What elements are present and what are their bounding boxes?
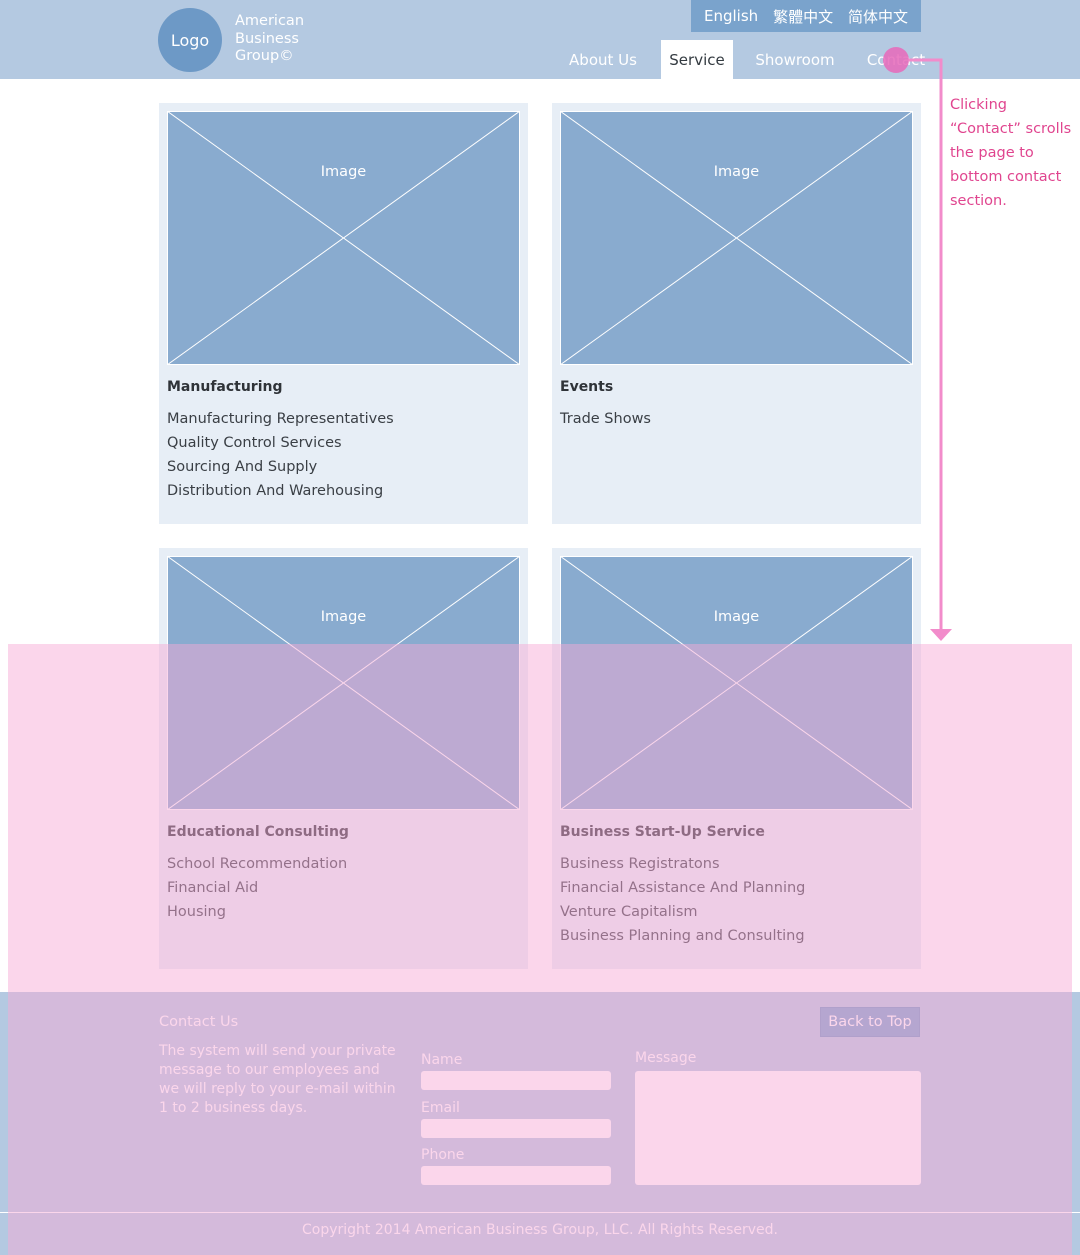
brand-name: American Business Group© bbox=[235, 13, 345, 66]
image-placeholder: Image bbox=[167, 556, 520, 810]
click-indicator-icon bbox=[883, 47, 909, 73]
copyright-text: Copyright 2014 American Business Group, … bbox=[301, 1222, 779, 1238]
logo-text: Logo bbox=[170, 30, 210, 50]
image-placeholder: Image bbox=[167, 111, 520, 365]
phone-input[interactable] bbox=[421, 1166, 611, 1185]
nav-service[interactable]: Service bbox=[661, 40, 733, 79]
service-item[interactable]: Distribution And Warehousing bbox=[167, 479, 394, 503]
service-list: School Recommendation Financial Aid Hous… bbox=[167, 852, 347, 924]
annotation-note: Clicking “Contact” scrolls the page to b… bbox=[950, 97, 1072, 209]
logo[interactable]: Logo bbox=[158, 8, 222, 72]
service-item[interactable]: Housing bbox=[167, 900, 347, 924]
service-item[interactable]: Financial Assistance And Planning bbox=[560, 876, 805, 900]
card-title: Manufacturing bbox=[167, 379, 283, 395]
nav-showroom[interactable]: Showroom bbox=[750, 40, 840, 79]
service-card-manufacturing: Image Manufacturing Manufacturing Repres… bbox=[159, 103, 528, 524]
image-cross-icon bbox=[560, 111, 913, 365]
brand-line-1: American bbox=[235, 13, 305, 29]
image-label: Image bbox=[320, 609, 367, 625]
contact-section: Contact Us The system will send your pri… bbox=[0, 992, 1080, 1255]
service-card-business-startup: Image Business Start-Up Service Business… bbox=[552, 548, 921, 969]
email-input[interactable] bbox=[421, 1119, 611, 1138]
card-title: Business Start-Up Service bbox=[560, 824, 765, 840]
phone-label: Phone bbox=[421, 1147, 465, 1163]
lang-english[interactable]: English bbox=[704, 7, 758, 25]
site-header: Logo American Business Group© English 繁體… bbox=[0, 0, 1080, 79]
contact-title: Contact Us bbox=[159, 1014, 239, 1030]
email-label: Email bbox=[421, 1100, 460, 1116]
card-title: Educational Consulting bbox=[167, 824, 349, 840]
service-list: Trade Shows bbox=[560, 407, 651, 431]
image-cross-icon bbox=[167, 556, 520, 810]
message-label: Message bbox=[635, 1050, 697, 1066]
service-card-educational-consulting: Image Educational Consulting School Reco… bbox=[159, 548, 528, 969]
service-item[interactable]: Quality Control Services bbox=[167, 431, 394, 455]
brand-line-3: Group© bbox=[235, 48, 294, 64]
image-label: Image bbox=[713, 164, 760, 180]
service-item[interactable]: Trade Shows bbox=[560, 407, 651, 431]
image-label: Image bbox=[713, 609, 760, 625]
image-cross-icon bbox=[167, 111, 520, 365]
contact-description: The system will send your private messag… bbox=[159, 1043, 396, 1116]
service-item[interactable]: Venture Capitalism bbox=[560, 900, 805, 924]
brand-line-2: Business bbox=[235, 30, 299, 47]
name-input[interactable] bbox=[421, 1071, 611, 1090]
service-item[interactable]: Manufacturing Representatives bbox=[167, 407, 394, 431]
service-card-events: Image Events Trade Shows bbox=[552, 103, 921, 524]
service-list: Manufacturing Representatives Quality Co… bbox=[167, 407, 394, 503]
nav-about-us[interactable]: About Us bbox=[563, 40, 643, 79]
service-item[interactable]: School Recommendation bbox=[167, 852, 347, 876]
image-placeholder: Image bbox=[560, 556, 913, 810]
name-label: Name bbox=[421, 1052, 463, 1068]
service-item[interactable]: Business Planning and Consulting bbox=[560, 924, 805, 948]
service-item[interactable]: Financial Aid bbox=[167, 876, 347, 900]
image-label: Image bbox=[320, 164, 367, 180]
service-item[interactable]: Sourcing And Supply bbox=[167, 455, 394, 479]
image-cross-icon bbox=[560, 556, 913, 810]
message-textarea[interactable] bbox=[635, 1071, 921, 1185]
card-title: Events bbox=[560, 379, 614, 395]
service-item[interactable]: Business Registratons bbox=[560, 852, 805, 876]
language-switcher: English 繁體中文 简体中文 bbox=[691, 0, 921, 32]
back-to-top-button[interactable]: Back to Top bbox=[820, 1007, 920, 1037]
image-placeholder: Image bbox=[560, 111, 913, 365]
service-list: Business Registratons Financial Assistan… bbox=[560, 852, 805, 948]
lang-simplified-chinese[interactable]: 简体中文 bbox=[848, 6, 908, 27]
footer-divider bbox=[0, 1212, 1080, 1213]
lang-traditional-chinese[interactable]: 繁體中文 bbox=[773, 6, 833, 27]
